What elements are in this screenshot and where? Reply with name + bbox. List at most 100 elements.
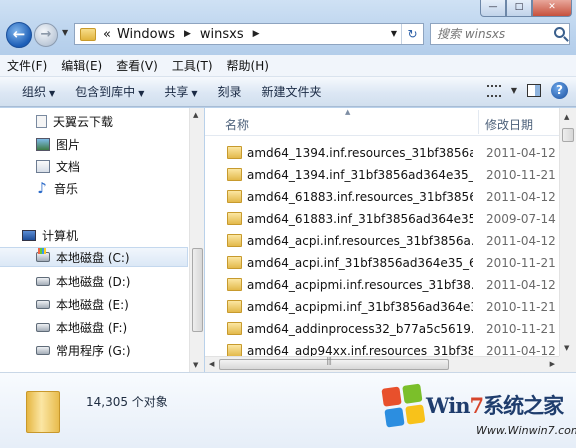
nav-item-drive-c[interactable]: 本地磁盘 (C:) <box>0 247 188 267</box>
nav-item-label: 图片 <box>56 137 81 152</box>
maximize-button[interactable]: □ <box>506 0 532 17</box>
folder-icon <box>227 212 242 225</box>
file-date: 2011-04-12 <box>486 146 556 160</box>
new-folder-button[interactable]: 新建文件夹 <box>252 83 332 100</box>
refresh-icon[interactable]: ↻ <box>401 24 423 44</box>
folder-icon <box>227 300 242 313</box>
file-date: 2011-04-12 <box>486 234 556 248</box>
nav-item-documents[interactable]: 文档 <box>0 156 188 176</box>
scroll-down-icon[interactable]: ▼ <box>193 361 198 369</box>
include-in-library-button[interactable]: 包含到库中 ▼ <box>65 83 154 100</box>
table-row[interactable]: amd64_61883.inf.resources_31bf3856... 201… <box>205 186 560 208</box>
vertical-scrollbar-thumb[interactable] <box>562 128 574 142</box>
chevron-down-icon: ▼ <box>191 89 198 98</box>
nav-item-computer[interactable]: 计算机 <box>0 225 188 245</box>
nav-item-label: 音乐 <box>54 181 79 196</box>
table-row[interactable]: amd64_addinprocess32_b77a5c5619... 2010-1… <box>205 318 560 340</box>
folder-icon <box>227 278 242 291</box>
horizontal-scrollbar[interactable]: ◀ ▶ <box>205 356 559 372</box>
nav-item-label: 本地磁盘 (C:) <box>56 250 130 265</box>
table-row[interactable]: amd64_acpi.inf_31bf3856ad364e35_6... 2010… <box>205 252 560 274</box>
column-header-name[interactable]: 名称 <box>225 116 249 133</box>
scroll-left-icon[interactable]: ◀ <box>209 360 214 368</box>
share-button[interactable]: 共享 ▼ <box>154 83 207 100</box>
close-button[interactable]: ✕ <box>532 0 572 17</box>
preview-pane-icon[interactable] <box>527 84 541 97</box>
watermark-logo: Win7系统之家 Www.Winwin7.com <box>381 383 576 448</box>
vertical-scrollbar[interactable]: ▲ ▼ <box>559 108 576 356</box>
file-name: amd64_acpi.inf.resources_31bf3856a... <box>247 234 473 248</box>
address-dropdown-icon[interactable]: ▼ <box>391 29 397 38</box>
folder-icon <box>227 322 242 335</box>
nav-item-cloud-download[interactable]: 天翼云下载 <box>0 111 188 131</box>
menu-edit[interactable]: 编辑(E) <box>54 57 109 74</box>
organize-button[interactable]: 组织 ▼ <box>0 83 65 100</box>
change-view-icon[interactable] <box>486 84 501 97</box>
nav-item-label: 文档 <box>56 159 81 174</box>
table-row[interactable]: amd64_1394.inf_31bf3856ad364e35_... 2010-… <box>205 164 560 186</box>
breadcrumb-windows[interactable]: Windows <box>114 27 178 42</box>
menu-tools[interactable]: 工具(T) <box>165 57 220 74</box>
table-row[interactable]: amd64_acpipmi.inf_31bf3856ad364e3... 2010… <box>205 296 560 318</box>
nav-scrollbar[interactable]: ▲ ▼ <box>189 108 204 372</box>
folder-icon <box>227 146 242 159</box>
scroll-down-icon[interactable]: ▼ <box>564 344 569 352</box>
nav-item-drive-d[interactable]: 本地磁盘 (D:) <box>0 271 188 291</box>
folder-icon <box>227 190 242 203</box>
nav-scrollbar-thumb[interactable] <box>192 248 203 332</box>
breadcrumb-winsxs[interactable]: winsxs <box>197 27 247 42</box>
nav-item-label: 本地磁盘 (D:) <box>56 274 131 289</box>
nav-item-drive-g[interactable]: 常用程序 (G:) <box>0 340 188 360</box>
folder-icon <box>227 256 242 269</box>
column-header-row: ▲ 名称 修改日期 <box>205 108 576 136</box>
forward-button[interactable]: → <box>34 23 58 47</box>
table-row[interactable]: amd64_61883.inf_31bf3856ad364e35... 2009-… <box>205 208 560 230</box>
column-header-date[interactable]: 修改日期 <box>485 116 533 133</box>
scroll-right-icon[interactable]: ▶ <box>550 360 555 368</box>
menu-help[interactable]: 帮助(H) <box>220 57 276 74</box>
address-bar[interactable]: « Windows ▶ winsxs ▶ ▼ ↻ <box>74 23 424 45</box>
horizontal-scrollbar-thumb[interactable] <box>219 356 449 370</box>
organize-label: 组织 <box>22 85 47 99</box>
include-library-label: 包含到库中 <box>75 85 136 99</box>
file-date: 2010-11-21 <box>486 256 556 270</box>
nav-item-pictures[interactable]: 图片 <box>0 134 188 154</box>
scroll-up-icon[interactable]: ▲ <box>564 113 569 121</box>
menu-view[interactable]: 查看(V) <box>109 57 165 74</box>
windows-logo-icon <box>381 383 426 428</box>
breadcrumb-overflow[interactable]: « <box>100 27 114 42</box>
help-icon[interactable]: ? <box>551 82 568 99</box>
file-date: 2010-11-21 <box>486 322 556 336</box>
drive-icon <box>36 322 50 332</box>
share-label: 共享 <box>164 85 189 99</box>
column-divider[interactable] <box>478 110 479 134</box>
table-row[interactable]: amd64_acpi.inf.resources_31bf3856a... 201… <box>205 230 560 252</box>
nav-item-label: 计算机 <box>42 228 79 243</box>
back-button[interactable]: ← <box>6 22 32 48</box>
chevron-down-icon[interactable]: ▼ <box>511 86 517 95</box>
chevron-right-icon[interactable]: ▶ <box>178 29 197 39</box>
table-row[interactable]: amd64_acpipmi.inf.resources_31bf38... 201… <box>205 274 560 296</box>
nav-item-drive-f[interactable]: 本地磁盘 (F:) <box>0 317 188 337</box>
nav-item-label: 本地磁盘 (E:) <box>56 297 129 312</box>
nav-item-label: 本地磁盘 (F:) <box>56 320 128 335</box>
file-date: 2009-07-14 <box>486 212 556 226</box>
chevron-down-icon: ▼ <box>49 89 56 98</box>
minimize-button[interactable]: — <box>480 0 506 17</box>
nav-item-drive-e[interactable]: 本地磁盘 (E:) <box>0 294 188 314</box>
recent-pages-dropdown[interactable]: ▼ <box>62 28 68 37</box>
file-name: amd64_1394.inf_31bf3856ad364e35_... <box>247 168 473 182</box>
table-row[interactable]: amd64_1394.inf.resources_31bf3856a... 201… <box>205 142 560 164</box>
chevron-right-icon[interactable]: ▶ <box>247 29 266 39</box>
search-icon[interactable] <box>554 27 565 38</box>
command-bar-right: ▼ ? <box>486 82 568 99</box>
burn-button[interactable]: 刻录 <box>208 83 252 100</box>
scroll-up-icon[interactable]: ▲ <box>193 111 198 119</box>
search-box[interactable] <box>430 23 570 45</box>
search-input[interactable] <box>431 24 543 44</box>
watermark-url: Www.Winwin7.com <box>476 424 576 437</box>
sort-indicator-icon: ▲ <box>345 108 351 116</box>
nav-item-music[interactable]: ♪ 音乐 <box>0 178 188 198</box>
menu-file[interactable]: 文件(F) <box>0 57 54 74</box>
computer-icon <box>22 229 36 241</box>
